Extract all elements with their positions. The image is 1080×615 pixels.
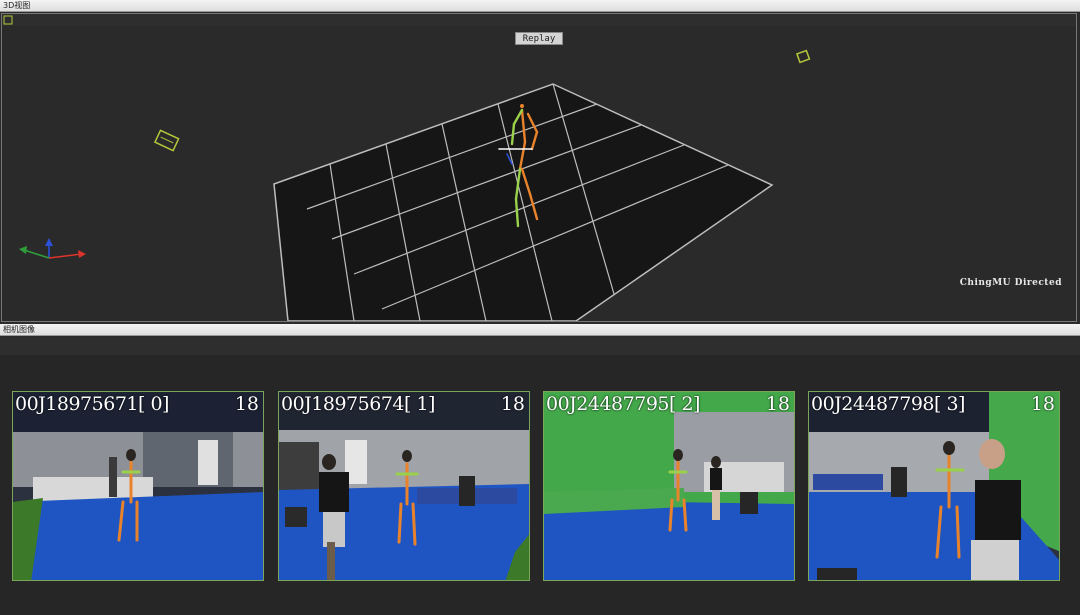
camera-label-3: 00J24487798[ 3] xyxy=(811,393,965,415)
camera-image-0 xyxy=(13,392,263,580)
camera-view-3[interactable]: 00J24487798[ 3] 18 xyxy=(808,391,1060,581)
view3d-viewport[interactable]: Replay ChingMU Directed xyxy=(1,13,1077,322)
camera-panel-title: 相机图像 xyxy=(3,325,35,334)
camera-view-0[interactable]: 00J18975671[ 0] 18 xyxy=(12,391,264,581)
camera-frame-2: 18 xyxy=(765,393,790,415)
view3d-title: 3D视图 xyxy=(3,1,31,10)
camera-view-2[interactable]: 00J24487795[ 2] 18 xyxy=(543,391,795,581)
camera-image-3 xyxy=(809,392,1059,580)
camera-panel-toolbar-strip xyxy=(0,337,1080,355)
camera-frame-1: 18 xyxy=(500,393,525,415)
camera-image-2 xyxy=(544,392,794,580)
camera-view-1[interactable]: 00J18975674[ 1] 18 xyxy=(278,391,530,581)
camera-marker-right[interactable] xyxy=(795,49,811,64)
camera-image-1 xyxy=(279,392,529,580)
camera-label-2: 00J24487795[ 2] xyxy=(546,393,700,415)
view3d-titlebar: 3D视图 xyxy=(0,0,1080,12)
camera-frame-3: 18 xyxy=(1030,393,1055,415)
camera-label-0: 00J18975671[ 0] xyxy=(15,393,169,415)
camera-panel-titlebar: 相机图像 xyxy=(0,324,1080,336)
camera-frame-0: 18 xyxy=(234,393,259,415)
camera-label-1: 00J18975674[ 1] xyxy=(281,393,435,415)
camera-marker-left[interactable] xyxy=(153,129,180,152)
credit-label: ChingMU Directed xyxy=(959,278,1062,288)
scene-canvas[interactable] xyxy=(2,14,1077,322)
replay-button[interactable]: Replay xyxy=(515,32,563,45)
corner-camera-icon xyxy=(3,15,13,25)
axis-gizmo xyxy=(19,238,86,259)
